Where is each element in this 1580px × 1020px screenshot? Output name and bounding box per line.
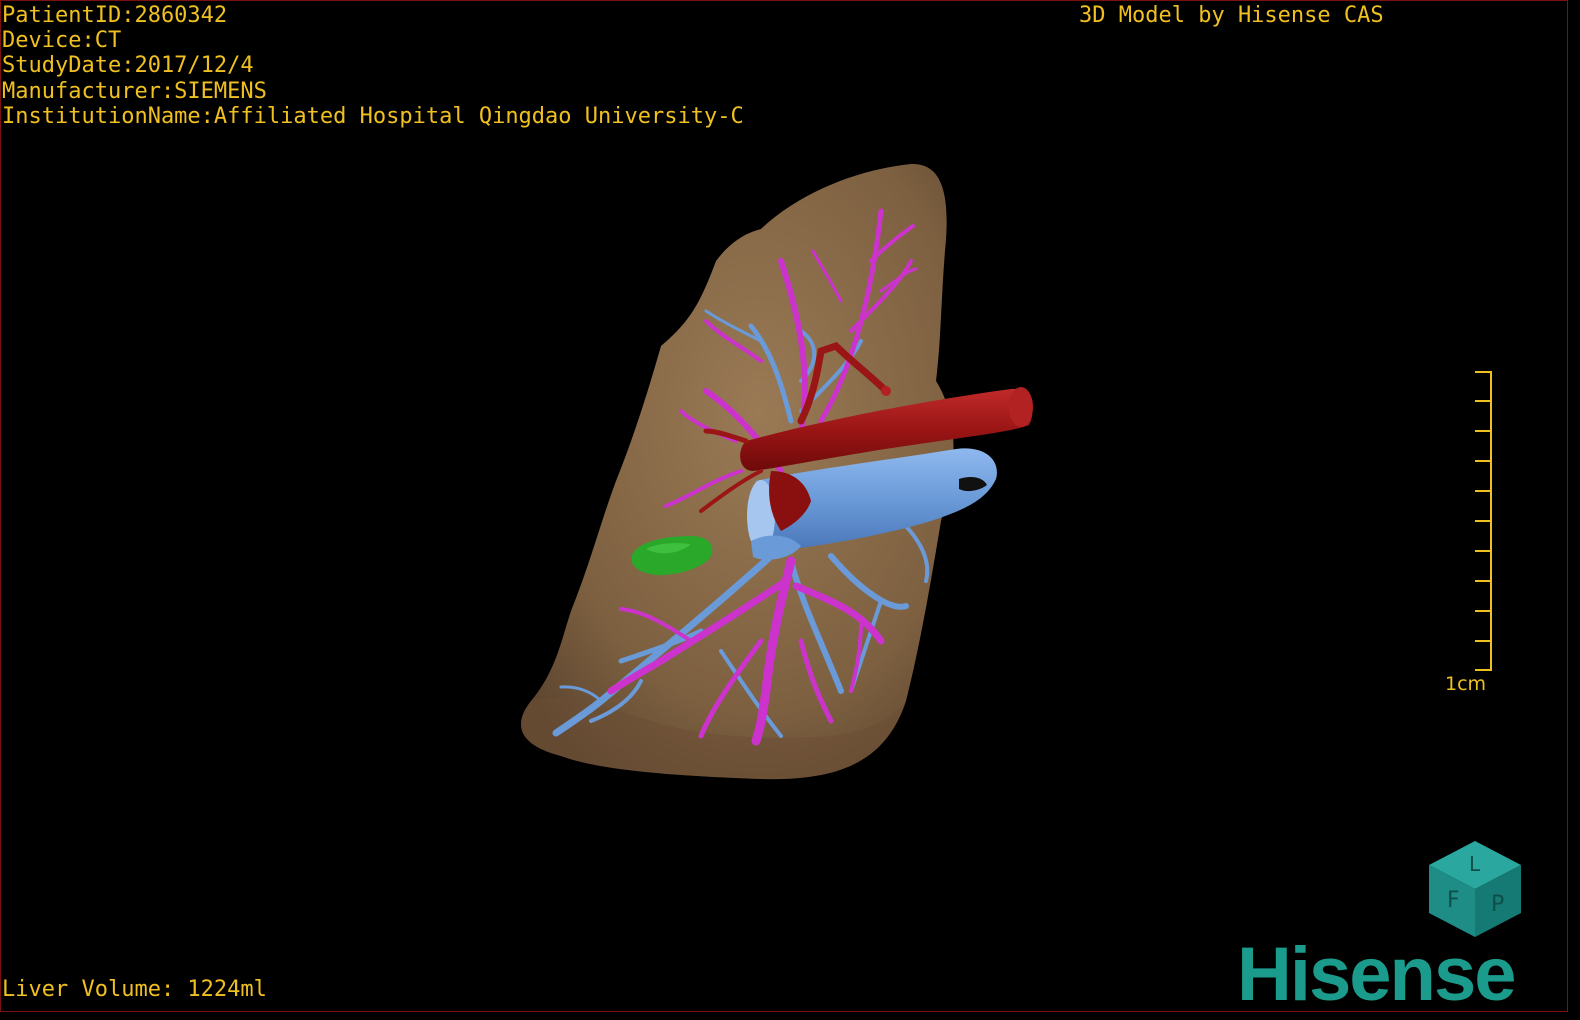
cube-face-f: F xyxy=(1447,888,1460,913)
scale-bar-label: 1cm xyxy=(1445,673,1487,695)
liver-volume-text: Liver Volume: 1224ml xyxy=(2,977,267,1002)
scale-bar xyxy=(1475,371,1492,671)
hisense-logo: Hisense xyxy=(1237,932,1516,1012)
orientation-cube-icon[interactable]: F L P xyxy=(1417,833,1527,943)
cube-face-l: L xyxy=(1469,852,1481,876)
3d-viewport[interactable]: PatientID:2860342 Device:CT StudyDate:20… xyxy=(0,0,1568,1012)
cube-face-p: P xyxy=(1491,892,1504,917)
liver-3d-model[interactable] xyxy=(1,1,1568,1012)
